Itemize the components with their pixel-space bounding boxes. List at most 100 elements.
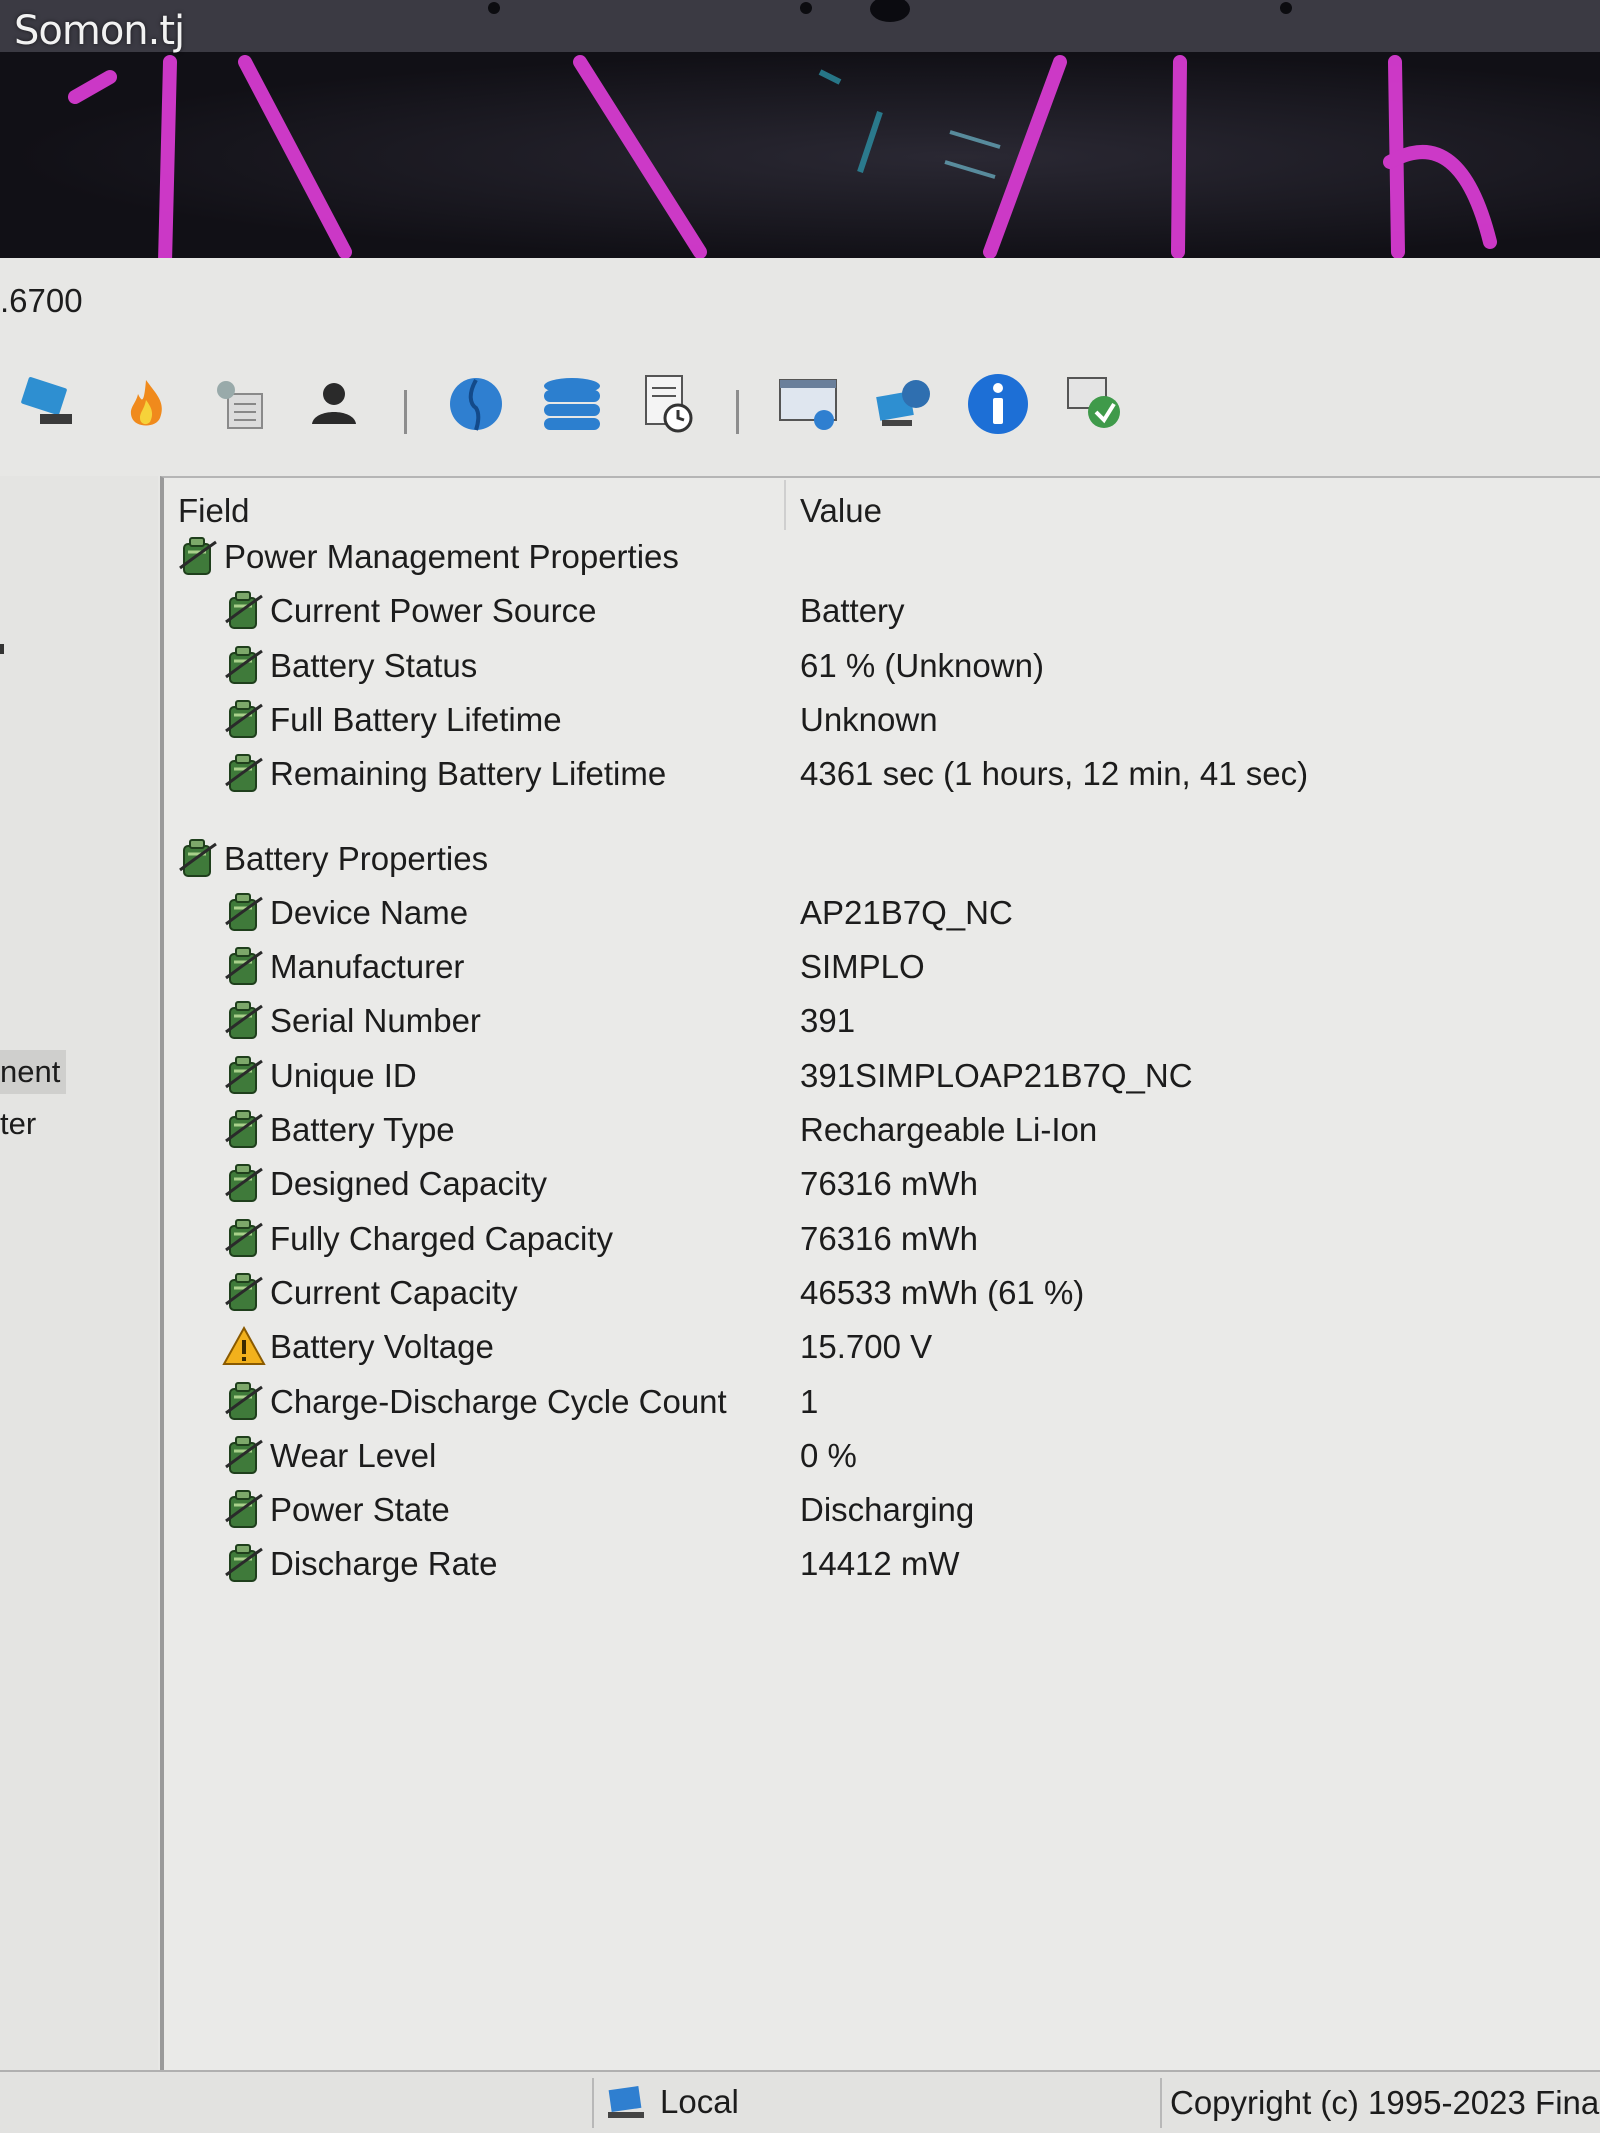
monitor-icon[interactable] [772,368,844,440]
table-row[interactable]: Unique ID 391SIMPLOAP21B7Q_NC [164,1049,1600,1103]
battery-icon [222,751,266,795]
battery-icon [222,890,266,934]
tools-icon[interactable] [204,368,276,440]
table-row[interactable]: Battery Voltage 15.700 V [164,1320,1600,1374]
field-cell: Designed Capacity [270,1165,547,1203]
value-cell: 15.700 V [800,1328,933,1366]
bezel-dot [1280,2,1292,14]
field-column-header[interactable]: Field [178,492,250,530]
battery-icon [222,1107,266,1151]
value-cell: 1 [800,1382,819,1420]
field-cell: Battery Voltage [270,1328,494,1366]
table-row[interactable]: Full Battery Lifetime Unknown [164,693,1600,747]
desktop-wallpaper [0,52,1600,262]
window-title: .6700 [0,282,83,319]
status-local-label: Local [660,2083,739,2120]
database-icon[interactable] [536,368,608,440]
value-cell: 391SIMPLOAP21B7Q_NC [800,1056,1193,1094]
table-row[interactable]: Current Capacity 46533 mWh (61 %) [164,1266,1600,1320]
field-cell: Current Capacity [270,1273,518,1311]
group-row[interactable]: Power Management Properties [164,530,1600,584]
value-cell: SIMPLO [800,948,925,986]
battery-icon [222,998,266,1042]
table-row[interactable]: Wear Level 0 % [164,1429,1600,1483]
field-cell: Power State [270,1491,450,1529]
user-icon[interactable] [298,368,370,440]
battery-icon [222,1270,266,1314]
column-header: Field Value [164,478,1600,530]
local-computer-icon [608,2086,644,2118]
group-row[interactable]: Battery Properties [164,832,1600,886]
value-cell: Rechargeable Li-Ion [800,1111,1098,1148]
toolbar-separator [404,390,407,434]
bezel-dot [800,2,812,14]
table-row[interactable]: Battery Type Rechargeable Li-Ion [164,1103,1600,1157]
table-row[interactable]: Serial Number 391 [164,994,1600,1048]
table-row[interactable]: Charge-Discharge Cycle Count 1 [164,1375,1600,1429]
group-title: Power Management Properties [224,538,679,575]
field-cell: Unique ID [270,1056,417,1094]
globe-icon[interactable] [440,368,512,440]
field-cell: Device Name [270,893,469,931]
report-icon[interactable] [632,368,704,440]
navigation-tree: nent ter [0,476,158,2076]
toolbar [0,368,1600,458]
status-local: Local [606,2082,739,2122]
network-icon[interactable] [868,368,940,440]
table-row[interactable]: Manufacturer SIMPLO [164,940,1600,994]
nav-marker [0,644,4,654]
status-separator [592,2078,594,2128]
value-cell: 391 [800,1002,856,1040]
field-cell: Remaining Battery Lifetime [270,755,667,793]
table-row[interactable]: Fully Charged Capacity 76316 mWh [164,1212,1600,1266]
value-cell: 14412 mW [800,1545,960,1583]
computer-icon[interactable] [14,368,86,440]
value-cell: 76316 mWh [800,1219,978,1257]
table-row[interactable]: Battery Status 61 % (Unknown) [164,639,1600,693]
battery-icon [222,1216,266,1260]
column-divider[interactable] [784,480,786,530]
info-icon[interactable] [962,368,1034,440]
field-cell: Wear Level [270,1436,437,1474]
value-cell: Discharging [800,1491,975,1529]
nav-item-next[interactable]: ter [0,1102,40,1146]
field-cell: Full Battery Lifetime [270,700,562,738]
table-row[interactable]: Device Name AP21B7Q_NC [164,886,1600,940]
table-row[interactable]: Designed Capacity 76316 mWh [164,1157,1600,1211]
field-cell: Serial Number [270,1002,481,1040]
field-cell: Discharge Rate [270,1545,498,1583]
value-cell: AP21B7Q_NC [800,893,1013,931]
field-cell: Manufacturer [270,948,465,986]
flame-icon[interactable] [110,368,182,440]
battery-icon [222,1379,266,1423]
warning-icon [222,1324,266,1368]
table-row[interactable]: Power State Discharging [164,1483,1600,1537]
bezel-dot [488,2,500,14]
value-cell: 0 % [800,1436,857,1474]
battery-icon [222,1433,266,1477]
table-row[interactable]: Current Power Source Battery [164,584,1600,638]
battery-icon [222,944,266,988]
battery-icon [222,643,266,687]
field-cell: Charge-Discharge Cycle Count [270,1382,727,1420]
value-cell: Unknown [800,700,938,738]
value-cell: 4361 sec (1 hours, 12 min, 41 sec) [800,755,1309,793]
table-row[interactable]: Discharge Rate 14412 mW [164,1537,1600,1591]
value-cell: Battery [800,592,905,630]
group-title: Battery Properties [224,839,489,877]
nav-item-power-management[interactable]: nent [0,1050,66,1094]
status-separator [1160,2078,1162,2128]
table-row[interactable]: Remaining Battery Lifetime 4361 sec (1 ho… [164,747,1600,801]
status-bar: Local Copyright (c) 1995-2023 Fina [0,2070,1600,2133]
value-column-header[interactable]: Value [800,492,882,530]
battery-icon [176,836,220,880]
remote-icon[interactable] [1060,368,1132,440]
webcam [870,0,910,22]
battery-icon [222,1487,266,1531]
toolbar-separator [736,390,739,434]
battery-icon [222,1541,266,1585]
field-cell: Battery Status [270,646,478,684]
field-cell: Fully Charged Capacity [270,1219,613,1257]
value-cell: 61 % (Unknown) [800,646,1044,684]
value-cell: 76316 mWh [800,1165,978,1203]
